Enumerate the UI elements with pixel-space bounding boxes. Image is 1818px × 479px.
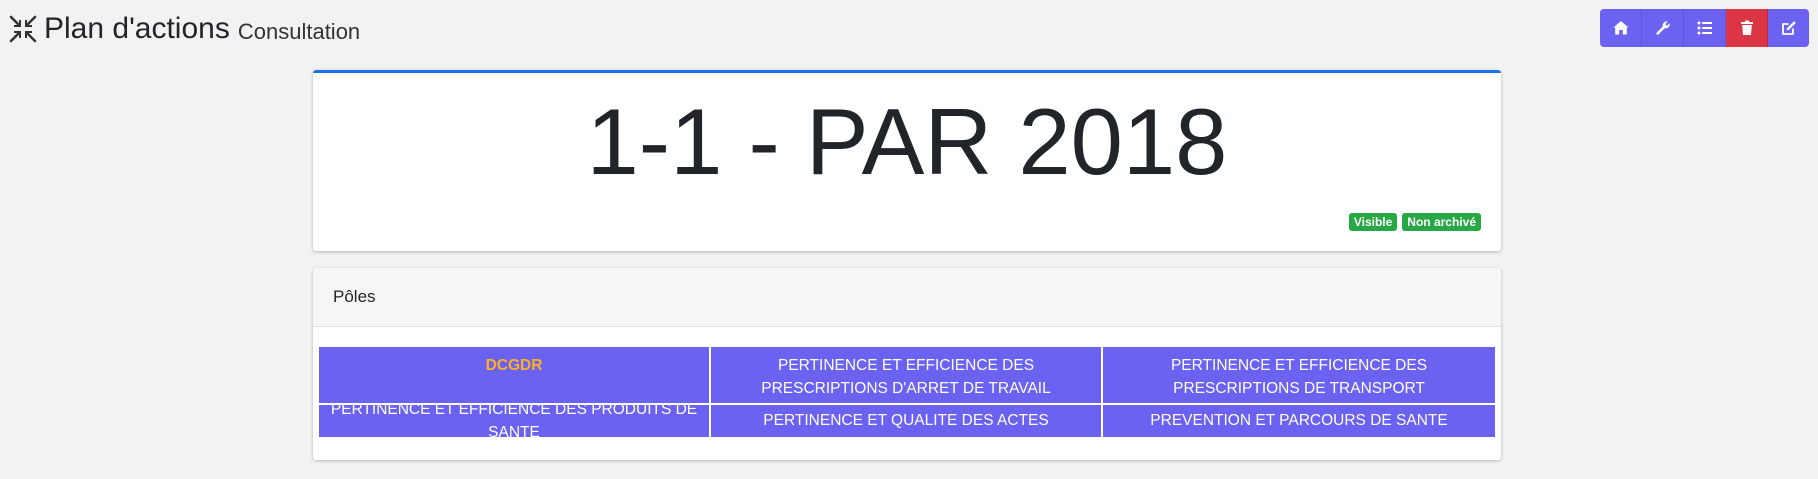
archive-status-badge: Non archivé [1402, 213, 1481, 232]
edit-button[interactable] [1768, 9, 1809, 47]
wrench-icon [1655, 21, 1670, 35]
list-button[interactable] [1684, 9, 1726, 47]
status-badges: Visible Non archivé [1348, 213, 1481, 232]
home-button[interactable] [1600, 9, 1642, 47]
visible-badge: Visible [1348, 213, 1398, 232]
poles-header: Pôles [313, 268, 1501, 327]
settings-button[interactable] [1642, 9, 1684, 47]
plan-title: 1-1 - PAR 2018 [586, 89, 1228, 194]
pole-cell[interactable]: PERTINENCE ET EFFICIENCE DES PRESCRIPTIO… [711, 347, 1103, 405]
action-toolbar [1600, 9, 1809, 47]
pole-cell[interactable]: PREVENTION ET PARCOURS DE SANTE [1103, 405, 1495, 439]
home-icon [1613, 21, 1628, 35]
pole-cell[interactable]: PERTINENCE ET EFFICIENCE DES PRESCRIPTIO… [1103, 347, 1495, 405]
poles-table: DCGDR PERTINENCE ET EFFICIENCE DES PRESC… [319, 347, 1495, 441]
page-title: Plan d'actions [44, 12, 230, 45]
plan-card: 1-1 - PAR 2018 Visible Non archivé [313, 70, 1501, 251]
pole-cell[interactable]: DCGDR [319, 347, 711, 405]
delete-button[interactable] [1726, 9, 1768, 47]
trash-icon [1740, 20, 1753, 35]
poles-card: Pôles DCGDR PERTINENCE ET EFFICIENCE DES… [313, 268, 1501, 460]
edit-icon [1781, 21, 1796, 35]
list-icon [1697, 21, 1712, 35]
compress-icon[interactable] [8, 14, 38, 44]
page-subtitle: Consultation [237, 19, 361, 44]
pole-cell[interactable]: PERTINENCE ET QUALITE DES ACTES [711, 405, 1103, 439]
page-header: Plan d'actions Consultation [8, 6, 360, 52]
pole-cell[interactable]: PERTINENCE ET EFFICIENCE DES PRODUITS DE… [319, 401, 711, 441]
